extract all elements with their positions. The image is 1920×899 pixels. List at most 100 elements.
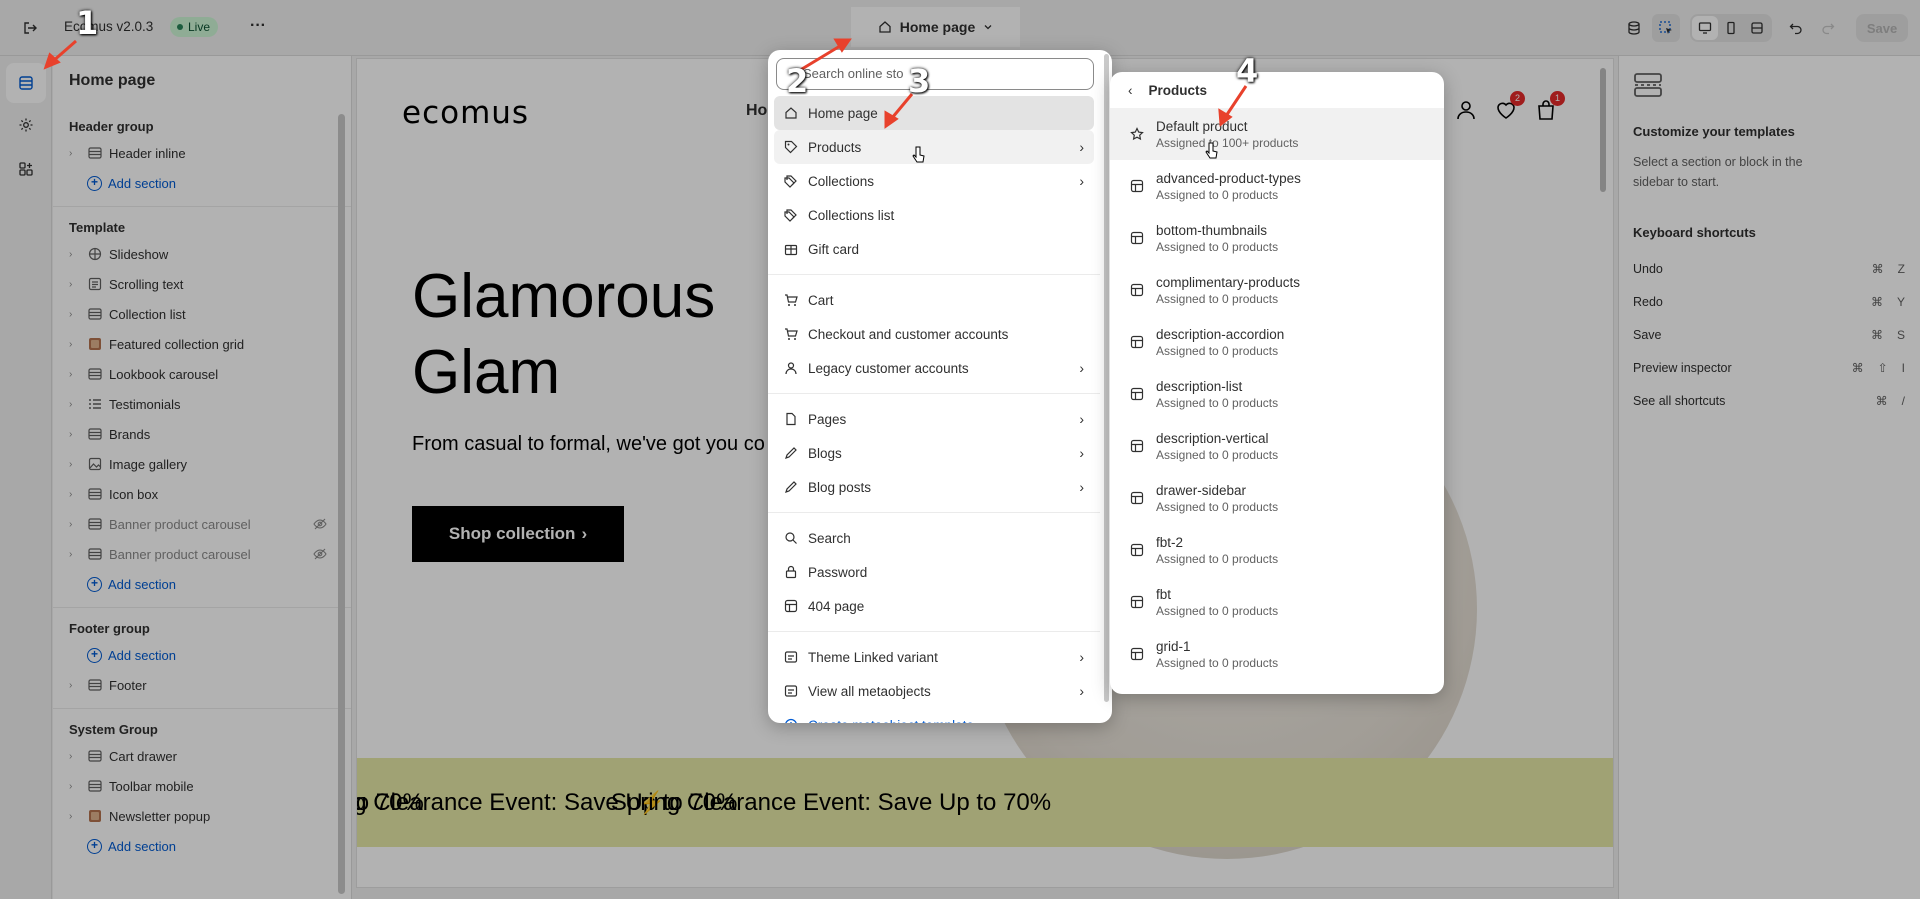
menu-item[interactable]: Blog posts › — [774, 470, 1094, 504]
section-item[interactable]: › Testimonials — [53, 389, 351, 419]
collection-icon — [784, 174, 798, 188]
chevron-right-icon[interactable]: › — [69, 279, 83, 290]
eye-off-icon[interactable] — [313, 517, 327, 531]
add-section-button[interactable]: + Add section — [53, 569, 351, 599]
menu-item[interactable]: Collections list — [774, 198, 1094, 232]
undo-icon[interactable] — [1782, 14, 1810, 42]
template-option[interactable]: fbt Assigned to 0 products — [1110, 576, 1444, 628]
sidebar-scrollbar[interactable] — [338, 114, 345, 894]
chevron-right-icon[interactable]: › — [69, 369, 83, 380]
sections-icon[interactable] — [6, 63, 46, 103]
menu-item[interactable]: Password — [774, 555, 1094, 589]
scrolling-text-banner: nt: Save Up to 70% ⚡Spring Clearance Eve… — [357, 758, 1613, 847]
account-icon[interactable] — [1455, 99, 1477, 121]
section-label: Banner product carousel — [109, 516, 251, 532]
apps-icon[interactable] — [6, 149, 46, 189]
section-item[interactable]: › Banner product carousel — [53, 509, 351, 539]
menu-item[interactable]: Search — [774, 521, 1094, 555]
menu-item[interactable]: Checkout and customer accounts — [774, 317, 1094, 351]
menu-item[interactable]: Legacy customer accounts › — [774, 351, 1094, 385]
section-item[interactable]: › Banner product carousel — [53, 539, 351, 569]
page-selector-button[interactable]: Home page — [851, 7, 1020, 47]
redo-icon[interactable] — [1814, 14, 1842, 42]
section-item[interactable]: › Footer — [53, 670, 351, 700]
chevron-right-icon[interactable]: › — [69, 519, 83, 530]
more-actions-button[interactable]: ··· — [246, 16, 270, 40]
menu-item[interactable]: Pages › — [774, 402, 1094, 436]
menu-item[interactable]: Theme Linked variant › — [774, 640, 1094, 674]
section-item[interactable]: › Newsletter popup — [53, 801, 351, 831]
database-icon[interactable] — [1620, 14, 1648, 42]
chevron-right-icon[interactable]: › — [69, 399, 83, 410]
template-option[interactable]: complimentary-products Assigned to 0 prod… — [1110, 264, 1444, 316]
annotation-number: 4 — [1236, 52, 1259, 90]
template-option[interactable]: fbt-2 Assigned to 0 products — [1110, 524, 1444, 576]
section-item[interactable]: › Image gallery — [53, 449, 351, 479]
settings-icon[interactable] — [6, 105, 46, 145]
chevron-right-icon[interactable]: › — [69, 781, 83, 792]
section-item[interactable]: › Collection list — [53, 299, 351, 329]
chevron-right-icon[interactable]: › — [69, 549, 83, 560]
template-option[interactable]: description-accordion Assigned to 0 produ… — [1110, 316, 1444, 368]
store-logo[interactable]: ecomus — [402, 95, 529, 131]
section-item[interactable]: › Lookbook carousel — [53, 359, 351, 389]
section-item[interactable]: › Cart drawer — [53, 741, 351, 771]
chevron-down-icon — [983, 22, 993, 32]
fullscreen-icon[interactable] — [1744, 16, 1770, 40]
template-option[interactable]: drawer-sidebar Assigned to 0 products — [1110, 472, 1444, 524]
template-option[interactable]: bottom-thumbnails Assigned to 0 products — [1110, 212, 1444, 264]
menu-item[interactable]: 404 page — [774, 589, 1094, 623]
template-option[interactable]: description-list Assigned to 0 products — [1110, 368, 1444, 420]
menu-item[interactable]: Gift card — [774, 232, 1094, 266]
chevron-right-icon[interactable]: › — [69, 751, 83, 762]
section-item[interactable]: › Scrolling text — [53, 269, 351, 299]
preview-scrollbar[interactable] — [1600, 68, 1606, 192]
add-section-button[interactable]: + Add section — [53, 168, 351, 198]
chevron-right-icon[interactable]: › — [69, 148, 83, 159]
menu-item[interactable]: Products › — [774, 130, 1094, 164]
back-arrow-icon[interactable]: ‹ — [1128, 83, 1133, 98]
section-item[interactable]: › Toolbar mobile — [53, 771, 351, 801]
template-name: complimentary-products — [1156, 274, 1301, 290]
hero-subtitle: From casual to formal, we've got you co — [412, 433, 765, 455]
chevron-right-icon[interactable]: › — [69, 339, 83, 350]
menu-item[interactable]: Create metaobject template — [774, 708, 1094, 723]
save-button[interactable]: Save — [1856, 14, 1908, 42]
section-item[interactable]: › Slideshow — [53, 239, 351, 269]
section-item[interactable]: › Header inline — [53, 138, 351, 168]
template-option[interactable]: grid-1 Assigned to 0 products — [1110, 628, 1444, 680]
key-cap: / — [1901, 393, 1905, 408]
eye-off-icon[interactable] — [313, 547, 327, 561]
template-option[interactable]: Default product Assigned to 100+ products — [1110, 108, 1444, 160]
add-section-button[interactable]: + Add section — [53, 640, 351, 670]
inspector-icon[interactable] — [1652, 14, 1680, 42]
mobile-icon[interactable] — [1718, 16, 1744, 40]
submenu-header[interactable]: ‹ Products — [1110, 72, 1444, 108]
chevron-right-icon[interactable]: › — [69, 249, 83, 260]
chevron-right-icon[interactable]: › — [69, 459, 83, 470]
desktop-icon[interactable] — [1692, 16, 1718, 40]
template-option[interactable]: advanced-product-types Assigned to 0 prod… — [1110, 160, 1444, 212]
menu-item[interactable]: Blogs › — [774, 436, 1094, 470]
section-item[interactable]: › Brands — [53, 419, 351, 449]
dropdown-scrollbar[interactable] — [1104, 54, 1109, 702]
shop-collection-button[interactable]: Shop collection › — [412, 506, 624, 562]
template-option[interactable]: description-vertical Assigned to 0 produc… — [1110, 420, 1444, 472]
section-item[interactable]: › Icon box — [53, 479, 351, 509]
chevron-right-icon[interactable]: › — [69, 429, 83, 440]
menu-item[interactable]: Cart — [774, 283, 1094, 317]
wishlist-icon[interactable]: 2 — [1495, 91, 1525, 121]
menu-item[interactable]: Home page — [774, 96, 1094, 130]
exit-icon[interactable] — [18, 16, 42, 40]
add-section-button[interactable]: + Add section — [53, 831, 351, 861]
menu-item[interactable]: View all metaobjects › — [774, 674, 1094, 708]
chevron-right-icon[interactable]: › — [69, 309, 83, 320]
search-input[interactable]: Search online sto — [776, 58, 1094, 90]
section-item[interactable]: › Featured collection grid — [53, 329, 351, 359]
menu-item[interactable]: Collections › — [774, 164, 1094, 198]
chevron-right-icon[interactable]: › — [69, 811, 83, 822]
chevron-right-icon[interactable]: › — [69, 489, 83, 500]
cart-bag-icon[interactable]: 1 — [1535, 91, 1565, 121]
menu-item-label: Collections — [808, 173, 875, 189]
chevron-right-icon[interactable]: › — [69, 680, 83, 691]
